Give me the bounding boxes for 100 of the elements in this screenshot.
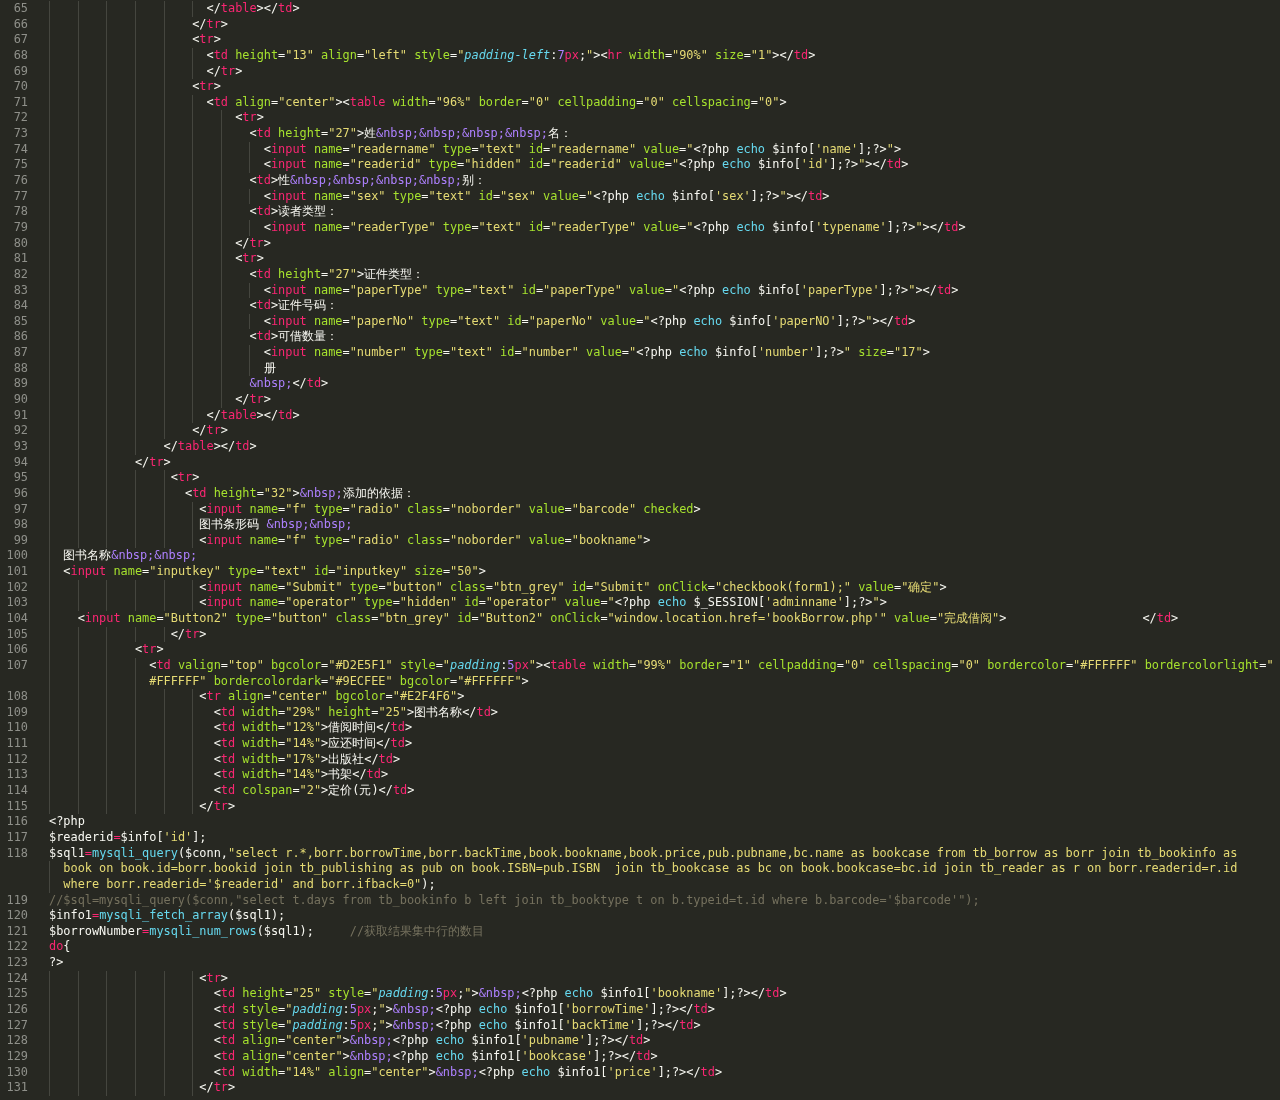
- line-number: 130: [5, 1064, 28, 1081]
- line-number: 108: [5, 689, 28, 705]
- code-line: <td width="29%" height="25">图书名称</td>: [213, 704, 498, 721]
- code-line: 图书名称&nbsp;&nbsp;: [63, 548, 198, 565]
- code-line: ?>: [49, 955, 64, 971]
- code-line: <tr>: [199, 970, 228, 987]
- code-line: <td colspan="2">定价(元)</td>: [213, 783, 415, 799]
- line-number: 105: [5, 626, 28, 643]
- code-line: <td>可借数量：: [249, 329, 339, 346]
- line-number: 104: [5, 611, 28, 627]
- line-number: 88: [12, 360, 28, 377]
- code-line: <td valign="top" bgcolor="#D2E5F1" style="padding:5px"><table width="99%" border="1" cellpadding="0" cellspacing="0" bordercolor="#FFFFFF" bordercolorlight=": [149, 657, 1274, 674]
- line-number: 77: [12, 188, 28, 205]
- line-number: 71: [12, 94, 28, 111]
- code-line: <input name="readerType" type="text" id="readerType" value="<?php echo $info['typename'];?>"></td>: [263, 219, 966, 236]
- code-line: <tr>: [134, 642, 164, 658]
- line-number: 128: [5, 1033, 28, 1049]
- code-line: <td align="center">&nbsp;<?php echo $info1['bookcase'];?></td>: [213, 1048, 658, 1065]
- line-number: 101: [5, 564, 28, 580]
- code-line: <td align="center">&nbsp;<?php echo $info1['pubname'];?></td>: [213, 1033, 651, 1049]
- line-number: 120: [5, 908, 28, 924]
- code-line: </tr>: [235, 392, 271, 408]
- line-number: 91: [12, 407, 28, 424]
- code-line: $readerid=$info['id'];: [49, 829, 207, 846]
- code-line: <td height="32">&nbsp;添加的依据：: [185, 485, 415, 502]
- line-number: 73: [12, 126, 28, 142]
- code-line: <input name="paperNo" type="text" id="paperNo" value="<?php echo $info['paperNO'];?>"></td>: [263, 313, 916, 330]
- code-line: <td width="14%">书架</td>: [213, 767, 389, 784]
- line-number: 125: [5, 986, 28, 1002]
- line-number: 115: [5, 798, 28, 815]
- line-number: 92: [12, 423, 28, 439]
- line-number: 118: [5, 845, 28, 862]
- code-line: where borr.readerid='$readerid' and borr.ifback=0");: [63, 876, 436, 893]
- line-number: 85: [12, 313, 28, 330]
- code-line: <td height="27">证件类型：: [249, 266, 425, 283]
- code-line: <tr>: [192, 79, 221, 95]
- code-line: <input name="number" type="text" id="number" value="<?php echo $info['number'];?>" size="17">: [263, 345, 930, 361]
- line-number: 114: [5, 783, 28, 799]
- line-number: 122: [5, 939, 28, 956]
- line-number: 67: [12, 32, 28, 48]
- line-number: 131: [5, 1080, 28, 1096]
- line-number: 107: [5, 657, 28, 674]
- code-line: <td align="center"><table width="96%" border="0" cellpadding="0" cellspacing="0">: [206, 94, 787, 111]
- code-line: <td width="14%">应还时间</td>: [213, 736, 413, 752]
- code-line: $sql1=mysqli_query($conn,"select r.*,borr.borrowTime,borr.backTime,book.bookname,book.price,pub.pubname,bc.name as bookcase from tb_borrow as borr join tb_bookinfo as: [49, 845, 1238, 862]
- code-line: </tr>: [235, 235, 271, 252]
- line-number: 112: [5, 751, 28, 768]
- code-line: <td>性&nbsp;&nbsp;&nbsp;&nbsp;别：: [249, 173, 486, 189]
- code-line: <input name="readerid" type="hidden" id="readerid" value="<?php echo $info['id'];?>"></td>: [263, 157, 909, 174]
- line-number: 121: [5, 923, 28, 940]
- line-number: 86: [12, 329, 28, 346]
- code-line: </tr>: [206, 63, 243, 80]
- line-number: 74: [12, 141, 28, 158]
- line-number: 90: [12, 392, 28, 408]
- line-number: 68: [12, 47, 28, 64]
- line-number: 102: [5, 579, 28, 596]
- code-line: <tr>: [235, 251, 264, 267]
- code-line: #FFFFFF" bordercolordark="#9ECFEE" bgcolor="#FFFFFF">: [149, 673, 529, 690]
- line-number: 81: [12, 251, 28, 267]
- code-line: <td height="27">姓&nbsp;&nbsp;&nbsp;&nbsp;名：: [249, 126, 572, 142]
- line-number: 106: [5, 642, 28, 658]
- line-number: 80: [12, 235, 28, 252]
- code-line: 册: [263, 360, 276, 377]
- code-line: <tr align="center" bgcolor="#E2F4F6">: [199, 689, 465, 705]
- line-number: 99: [12, 532, 28, 549]
- line-number: 96: [12, 485, 28, 502]
- line-number: 78: [12, 204, 28, 220]
- code-line: <input name="readername" type="text" id="readername" value="<?php echo $info['name'];?>">: [263, 141, 902, 158]
- code-line: <input name="Button2" type="button" class="btn_grey" id="Button2" onClick="window.location.href='bookBorrow.php'" value="完成借阅"> </td>: [77, 611, 1179, 627]
- code-line: </tr>: [170, 626, 207, 643]
- code-line: </tr>: [192, 423, 228, 439]
- code-line: <td width="17%">出版社</td>: [213, 751, 401, 768]
- line-number: 116: [5, 814, 28, 830]
- code-line: <tr>: [235, 110, 264, 127]
- line-number: 123: [5, 955, 28, 971]
- line-number: 111: [5, 736, 28, 752]
- code-line: <input name="f" type="radio" class="noborder" value="bookname">: [199, 532, 651, 549]
- line-number: 103: [5, 595, 28, 611]
- code-line: <td>证件号码：: [249, 298, 339, 314]
- line-number: 72: [12, 110, 28, 127]
- code-line: </table></td>: [163, 438, 257, 455]
- code-line: $borrowNumber=mysqli_num_rows($sql1); //获取结果集中行的数目: [49, 923, 485, 940]
- line-number: 83: [12, 282, 28, 299]
- code-line: 图书条形码 &nbsp;&nbsp;: [199, 517, 353, 533]
- code-line: </tr>: [199, 1080, 236, 1096]
- line-number: 93: [12, 438, 28, 455]
- code-line: </table></td>: [206, 1, 300, 17]
- code-line: <tr>: [192, 32, 221, 48]
- code-line: <input name="inputkey" type="text" id="inputkey" size="50">: [63, 564, 486, 580]
- line-number: 76: [12, 173, 28, 189]
- line-number: 124: [5, 970, 28, 987]
- line-number: 98: [12, 517, 28, 533]
- code-line: <input name="operator" type="hidden" id="operator" value="<?php echo $_SESSION['adminname'];?>">: [199, 595, 887, 611]
- code-line: //$sql=mysqli_query($conn,"select t.days from tb_bookinfo b left join tb_booktype t on b.typeid=t.id where b.barcode='$barcode'");: [49, 892, 980, 909]
- code-line: <td height="25" style="padding:5px;">&nbsp;<?php echo $info1['bookname'];?></td>: [213, 986, 787, 1002]
- code-line: </table></td>: [206, 407, 300, 424]
- line-number: 129: [5, 1048, 28, 1065]
- code-line: <td style="padding:5px;">&nbsp;<?php echo $info1['borrowTime'];?></td>: [213, 1002, 715, 1018]
- line-number: 75: [12, 157, 28, 174]
- code-line: <input name="paperType" type="text" id="paperType" value="<?php echo $info['paperType'];?>"></td>: [263, 282, 959, 299]
